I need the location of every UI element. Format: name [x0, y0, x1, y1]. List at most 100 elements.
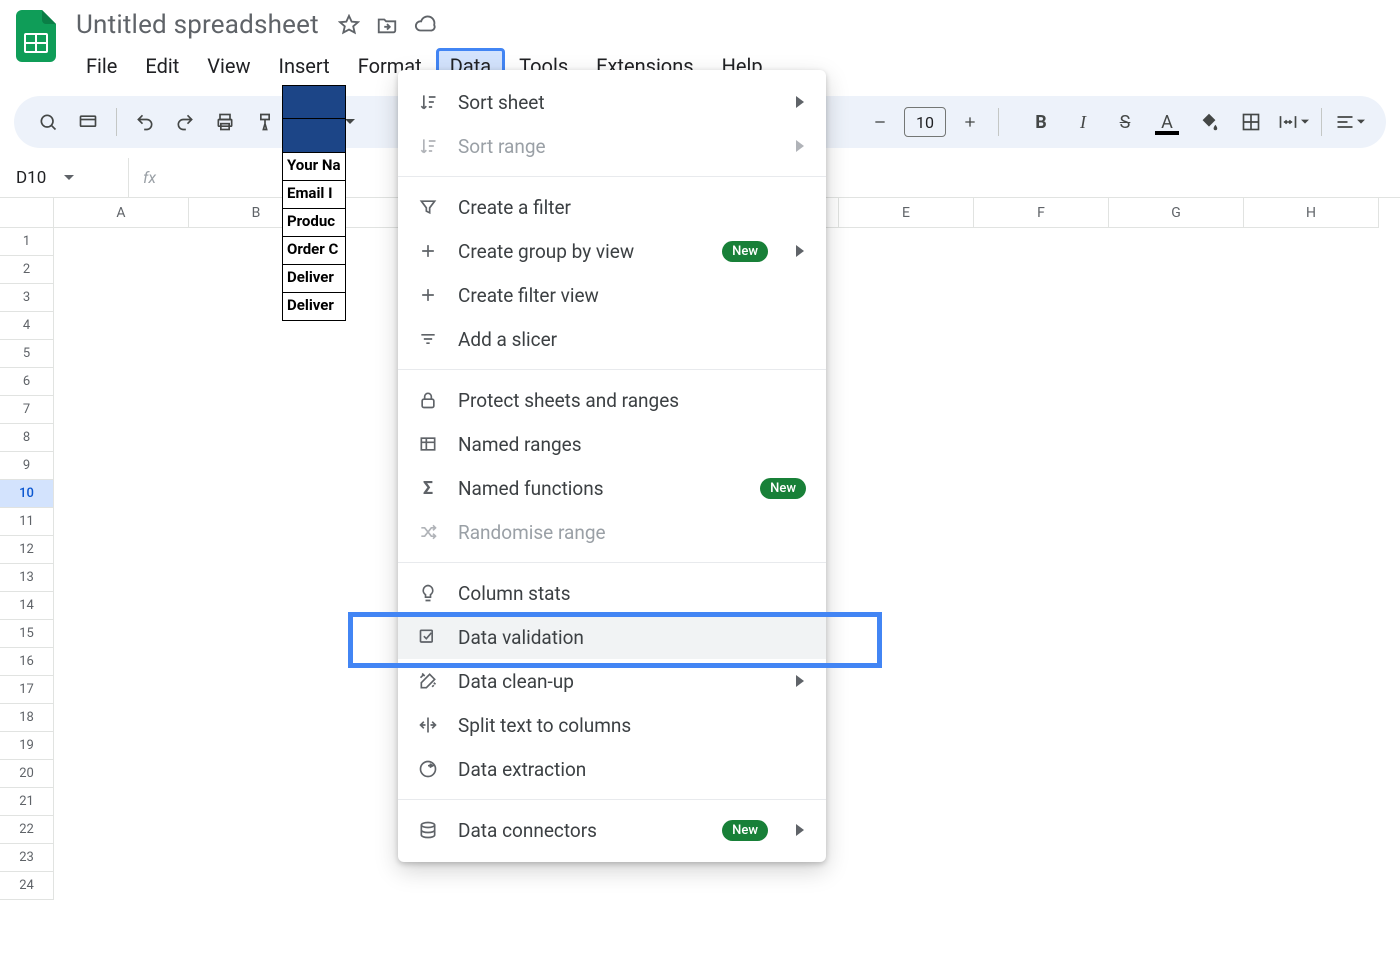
- select-all-corner[interactable]: [0, 198, 54, 228]
- print-icon[interactable]: [207, 104, 243, 140]
- strikethrough-icon[interactable]: S: [1105, 104, 1145, 140]
- menu-item-label: Data connectors: [458, 819, 704, 842]
- redo-icon[interactable]: [167, 104, 203, 140]
- move-icon[interactable]: [375, 13, 399, 37]
- menu-item-create-filter-view[interactable]: Create filter view: [398, 273, 826, 317]
- column-header[interactable]: G: [1109, 198, 1244, 228]
- row-header[interactable]: 16: [0, 648, 54, 676]
- menu-item-column-stats[interactable]: Column stats: [398, 571, 826, 615]
- menu-item-label: Named ranges: [458, 433, 806, 456]
- plus-icon: [416, 283, 440, 307]
- menu-item-split-text[interactable]: Split text to columns: [398, 703, 826, 747]
- shuffle-icon: [416, 520, 440, 544]
- row-header[interactable]: 13: [0, 564, 54, 592]
- row-header[interactable]: 12: [0, 536, 54, 564]
- row-header[interactable]: 7: [0, 396, 54, 424]
- row-header[interactable]: 14: [0, 592, 54, 620]
- submenu-arrow-icon: [796, 245, 806, 257]
- menu-item-label: Split text to columns: [458, 714, 806, 737]
- menu-view[interactable]: View: [193, 48, 264, 84]
- name-box-caret-icon: [64, 173, 74, 183]
- menu-item-data-extraction[interactable]: Data extraction: [398, 747, 826, 791]
- menu-item-label: Randomise range: [458, 521, 806, 544]
- cell[interactable]: Order C: [282, 237, 346, 265]
- cloud-status-icon[interactable]: [413, 13, 437, 37]
- bold-icon[interactable]: B: [1021, 104, 1061, 140]
- row-header[interactable]: 1: [0, 228, 54, 256]
- menu-item-data-validation[interactable]: Data validation: [398, 615, 826, 659]
- menu-item-data-cleanup[interactable]: Data clean-up: [398, 659, 826, 703]
- row-header[interactable]: 24: [0, 872, 54, 900]
- menu-item-label: Create filter view: [458, 284, 806, 307]
- row-header[interactable]: 18: [0, 704, 54, 732]
- cell[interactable]: Deliver: [282, 293, 346, 321]
- row-header-selected[interactable]: 10: [0, 480, 54, 508]
- menu-file[interactable]: File: [72, 48, 131, 84]
- cell[interactable]: Deliver: [282, 265, 346, 293]
- row-header[interactable]: 6: [0, 368, 54, 396]
- italic-icon[interactable]: I: [1063, 104, 1103, 140]
- font-size-input[interactable]: 10: [904, 107, 946, 137]
- menu-item-sort-sheet[interactable]: Sort sheet: [398, 80, 826, 124]
- data-menu-dropdown: Sort sheet Sort range Create a filter Cr…: [398, 70, 826, 862]
- row-header[interactable]: 3: [0, 284, 54, 312]
- row-header[interactable]: 22: [0, 816, 54, 844]
- row-header[interactable]: 20: [0, 760, 54, 788]
- cell[interactable]: Email I: [282, 181, 346, 209]
- row-header[interactable]: 17: [0, 676, 54, 704]
- column-header[interactable]: F: [974, 198, 1109, 228]
- document-title[interactable]: Untitled spreadsheet: [72, 8, 323, 42]
- toolbar-separator: [998, 108, 999, 136]
- menu-item-named-ranges[interactable]: Named ranges: [398, 422, 826, 466]
- row-header[interactable]: 5: [0, 340, 54, 368]
- name-box-value: D10: [16, 168, 46, 188]
- row-header[interactable]: 21: [0, 788, 54, 816]
- cell[interactable]: Your Na: [282, 153, 346, 181]
- row-header[interactable]: 4: [0, 312, 54, 340]
- column-header[interactable]: A: [54, 198, 189, 228]
- lock-icon: [416, 388, 440, 412]
- new-badge: New: [722, 820, 768, 841]
- submenu-arrow-icon: [796, 824, 806, 836]
- font-size-decrease-icon[interactable]: [862, 104, 898, 140]
- menu-item-create-filter[interactable]: Create a filter: [398, 185, 826, 229]
- font-size-increase-icon[interactable]: [952, 104, 988, 140]
- fill-color-icon[interactable]: [1189, 104, 1229, 140]
- column-header[interactable]: E: [839, 198, 974, 228]
- menu-item-named-functions[interactable]: Σ Named functions New: [398, 466, 826, 510]
- undo-icon[interactable]: [127, 104, 163, 140]
- search-menus-icon[interactable]: [30, 104, 66, 140]
- cell[interactable]: Produc: [282, 209, 346, 237]
- menu-item-label: Protect sheets and ranges: [458, 389, 806, 412]
- menu-item-add-slicer[interactable]: Add a slicer: [398, 317, 826, 361]
- menu-separator: [398, 562, 826, 563]
- menu-item-protect-sheets[interactable]: Protect sheets and ranges: [398, 378, 826, 422]
- menu-item-data-connectors[interactable]: Data connectors New: [398, 808, 826, 852]
- column-header[interactable]: H: [1244, 198, 1379, 228]
- toolbar-separator: [116, 108, 117, 136]
- row-header[interactable]: 23: [0, 844, 54, 872]
- sheets-logo-icon[interactable]: [14, 8, 58, 64]
- sort-sheet-icon: [416, 90, 440, 114]
- merge-cells-icon[interactable]: [1273, 104, 1313, 140]
- row-header[interactable]: 15: [0, 620, 54, 648]
- borders-icon[interactable]: [1231, 104, 1271, 140]
- star-icon[interactable]: [337, 13, 361, 37]
- row-header[interactable]: 2: [0, 256, 54, 284]
- sigma-icon: Σ: [416, 476, 440, 500]
- row-header[interactable]: 8: [0, 424, 54, 452]
- menu-insert[interactable]: Insert: [265, 48, 344, 84]
- row-header[interactable]: 19: [0, 732, 54, 760]
- sort-range-icon: [416, 134, 440, 158]
- data-validation-icon: [416, 625, 440, 649]
- menu-edit[interactable]: Edit: [131, 48, 193, 84]
- horizontal-align-icon[interactable]: [1330, 104, 1370, 140]
- toolbar-separator: [1321, 108, 1322, 136]
- menu-item-create-group-by-view[interactable]: Create group by view New: [398, 229, 826, 273]
- row-header[interactable]: 9: [0, 452, 54, 480]
- row-header[interactable]: 11: [0, 508, 54, 536]
- name-box[interactable]: D10: [0, 168, 128, 188]
- select-display-icon[interactable]: [70, 104, 106, 140]
- text-color-icon[interactable]: A: [1147, 104, 1187, 140]
- paint-format-icon[interactable]: [247, 104, 283, 140]
